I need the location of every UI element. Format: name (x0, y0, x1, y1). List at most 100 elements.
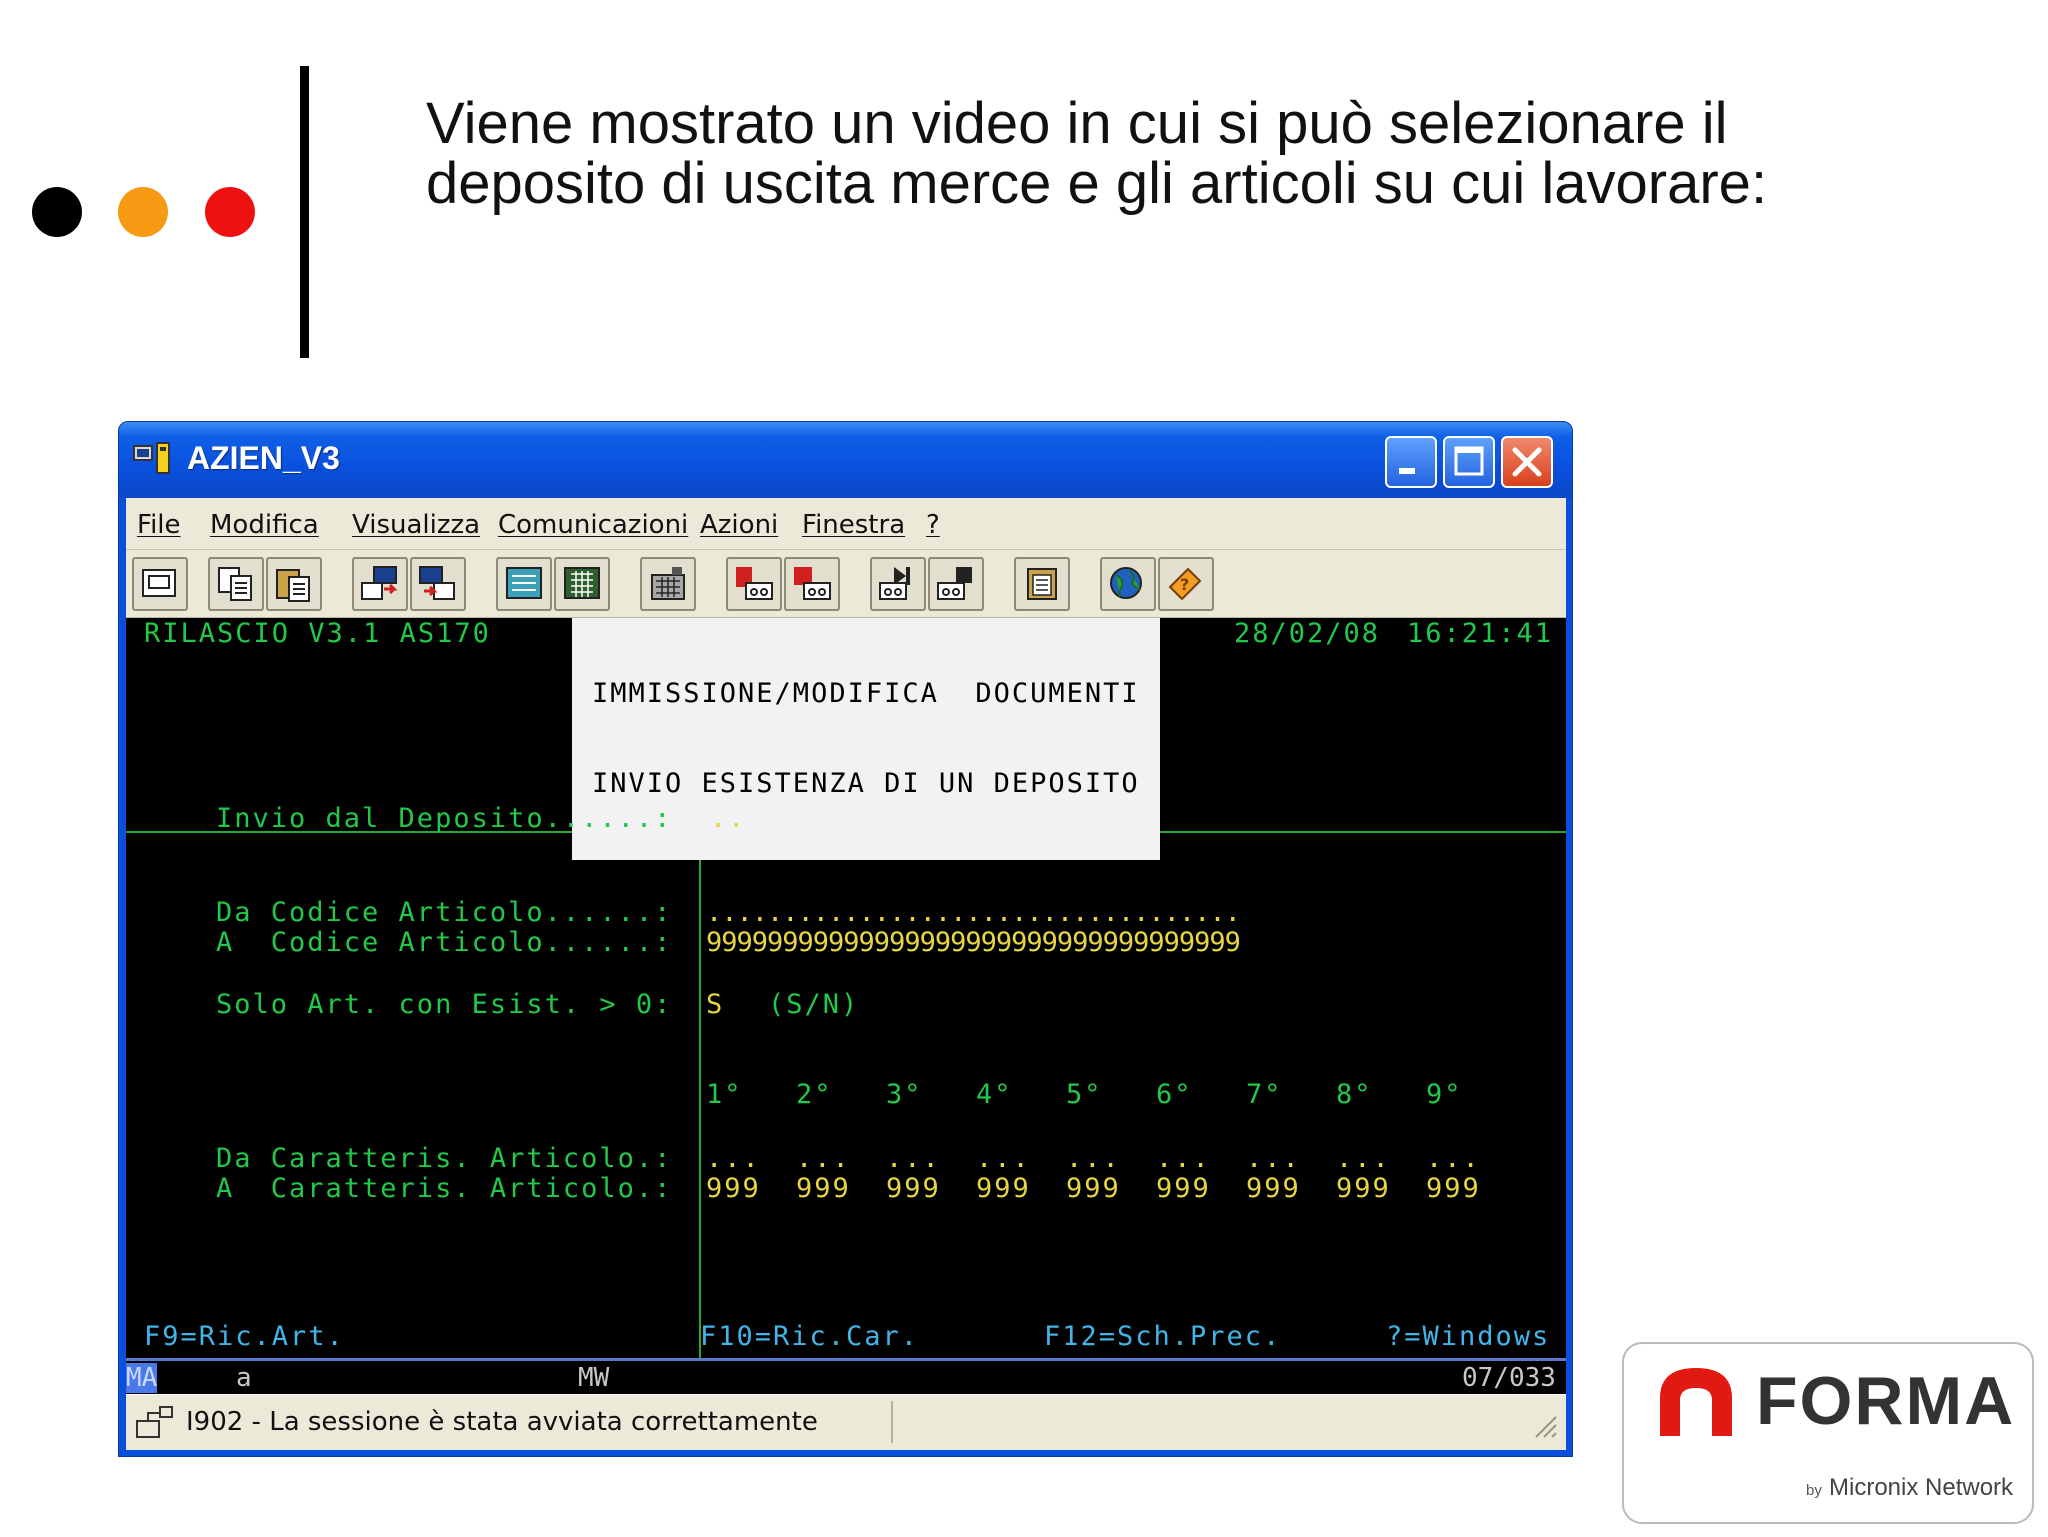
title-bar[interactable]: AZIEN_V3 (119, 422, 1572, 498)
menu-file[interactable]: File (137, 510, 181, 540)
to-item-field[interactable]: 99999999999999999999999999999999999 (706, 928, 1241, 958)
help-button[interactable]: ? (1158, 557, 1214, 611)
to-char-field[interactable]: 999 (886, 1174, 941, 1204)
forma-logo: FORMA by Micronix Network (1622, 1342, 2034, 1524)
to-char-field[interactable]: 999 (1336, 1174, 1391, 1204)
to-char-field[interactable]: 999 (1426, 1174, 1481, 1204)
macro-icon (937, 567, 972, 600)
screen-header-line1: IMMISSIONE/MODIFICA DOCUMENTI (592, 678, 1140, 709)
minimize-button[interactable] (1385, 436, 1437, 488)
from-char-label: Da Caratteris. Articolo.: (216, 1143, 673, 1174)
char-header: 2° (796, 1079, 833, 1110)
calculator-button[interactable] (640, 557, 696, 611)
from-char-field[interactable]: ... (796, 1144, 851, 1174)
menu-modifica[interactable]: Modifica (210, 510, 319, 540)
from-char-field[interactable]: ... (1246, 1144, 1301, 1174)
keypad-button[interactable] (554, 557, 610, 611)
slide-title-line2: deposito di uscita merce e gli articoli … (426, 151, 1768, 216)
clipboard-button[interactable] (1014, 557, 1070, 611)
to-char-field[interactable]: 999 (1066, 1174, 1121, 1204)
bullet-dot-red (205, 187, 255, 237)
menu-azioni[interactable]: Azioni (700, 510, 778, 540)
from-item-field[interactable]: ................................... (706, 898, 1241, 928)
slide-title: Viene mostrato un video in cui si può se… (426, 94, 1986, 214)
status-separator (891, 1401, 893, 1443)
menu-bar: File Modifica Visualizza Comunicazioni A… (126, 498, 1566, 550)
status-field: a (236, 1363, 252, 1393)
menu-comunicazioni[interactable]: Comunicazioni (498, 510, 688, 540)
from-char-field[interactable]: ... (886, 1144, 941, 1174)
char-header: 8° (1336, 1079, 1373, 1110)
session-message: I902 - La sessione è stata avviata corre… (186, 1407, 818, 1437)
logo-network: Micronix Network (1829, 1474, 2014, 1501)
release-label: RILASCIO V3.1 AS170 (144, 618, 491, 649)
display-button[interactable] (496, 557, 552, 611)
menu-finestra[interactable]: Finestra (802, 510, 905, 540)
app-window: AZIEN_V3 File Modifica Visualizza Comuni… (118, 421, 1573, 1457)
terminal-screen[interactable]: RILASCIO V3.1 AS170 IMMISSIONE/MODIFICA … (126, 618, 1566, 1358)
close-button[interactable] (1501, 436, 1553, 488)
menu-help[interactable]: ? (926, 510, 940, 540)
maximize-button[interactable] (1443, 436, 1495, 488)
fkey-f10[interactable]: F10=Ric.Car. (700, 1322, 919, 1352)
receive-icon (419, 566, 455, 600)
close-icon (1512, 447, 1542, 477)
status-mode: MA (126, 1363, 158, 1393)
to-char-field[interactable]: 999 (1246, 1174, 1301, 1204)
from-char-field[interactable]: ... (1156, 1144, 1211, 1174)
bullet-dot-black (32, 187, 82, 237)
stock-field[interactable]: S (706, 990, 724, 1020)
deposit-field[interactable]: .. (710, 804, 747, 834)
play-macro-button[interactable] (870, 557, 926, 611)
from-char-field[interactable]: ... (1426, 1144, 1481, 1174)
to-char-field[interactable]: 999 (796, 1174, 851, 1204)
time-label: 16:21:41 (1407, 618, 1554, 649)
window-title: AZIEN_V3 (187, 440, 340, 476)
from-char-field[interactable]: ... (1066, 1144, 1121, 1174)
terminal-status-bar: MA a MW 07/033 (126, 1358, 1566, 1394)
stop-macro-icon (794, 567, 831, 600)
message-bar: I902 - La sessione è stata avviata corre… (126, 1394, 1566, 1450)
from-char-field[interactable]: ... (1336, 1144, 1391, 1174)
stock-label: Solo Art. con Esist. > 0: (216, 989, 673, 1020)
print-screen-button[interactable] (132, 557, 188, 611)
fkey-f12[interactable]: F12=Sch.Prec. (1044, 1322, 1281, 1352)
logo-word: FORMA (1756, 1363, 2016, 1439)
receive-button[interactable] (410, 557, 466, 611)
fkey-windows[interactable]: ?=Windows (1386, 1322, 1550, 1352)
stop-macro-button[interactable] (784, 557, 840, 611)
to-char-field[interactable]: 999 (1156, 1174, 1211, 1204)
forma-logo-mark-icon (1660, 1368, 1732, 1436)
fkey-f9[interactable]: F9=Ric.Art. (144, 1322, 345, 1352)
copy-button[interactable] (208, 557, 264, 611)
play-macro-icon (879, 567, 910, 600)
slide-divider (300, 66, 309, 358)
keypad-icon (564, 567, 600, 599)
bullet-dot-orange (118, 187, 168, 237)
macro-button[interactable] (928, 557, 984, 611)
record-macro-button[interactable] (726, 557, 782, 611)
maximize-icon (1454, 446, 1484, 476)
globe-icon (1110, 567, 1142, 599)
char-header: 7° (1246, 1079, 1283, 1110)
menu-visualizza[interactable]: Visualizza (352, 510, 480, 540)
session-connection-icon (134, 1405, 178, 1448)
resize-grip-icon[interactable] (1530, 1411, 1558, 1444)
to-char-field[interactable]: 999 (976, 1174, 1031, 1204)
char-header: 9° (1426, 1079, 1463, 1110)
from-char-field[interactable]: ... (976, 1144, 1031, 1174)
from-char-field[interactable]: ... (706, 1144, 761, 1174)
globe-button[interactable] (1100, 557, 1156, 611)
copy-icon (218, 567, 252, 601)
print-screen-icon (142, 569, 176, 597)
char-header: 1° (706, 1079, 743, 1110)
send-button[interactable] (352, 557, 408, 611)
clipboard-icon (1027, 568, 1057, 600)
toolbar: ? (126, 550, 1566, 618)
send-icon (361, 566, 398, 600)
to-char-field[interactable]: 999 (706, 1174, 761, 1204)
char-header: 4° (976, 1079, 1013, 1110)
paste-button[interactable] (266, 557, 322, 611)
char-header: 3° (886, 1079, 923, 1110)
status-mw: MW (578, 1363, 610, 1393)
